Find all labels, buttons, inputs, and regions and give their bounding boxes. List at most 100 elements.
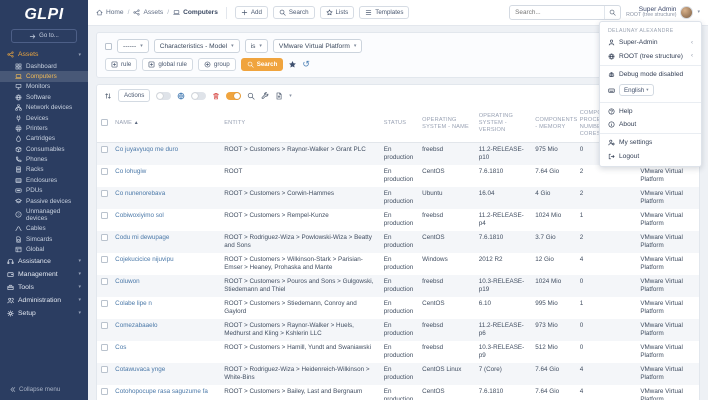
computer-name-link[interactable]: Co juyavyuqo me duro bbox=[115, 146, 178, 153]
sidebar-item-pdus[interactable]: PDUs bbox=[0, 186, 88, 196]
user-menu-item-super-admin[interactable]: Super-Admin ‹ bbox=[600, 36, 701, 49]
sidebar-item-devices[interactable]: Devices bbox=[0, 113, 88, 123]
collapse-menu-button[interactable]: Collapse menu bbox=[0, 381, 88, 400]
breadcrumb-computers[interactable]: Computers bbox=[183, 9, 218, 16]
add-group-button[interactable]: group bbox=[197, 58, 236, 71]
lists-button[interactable]: Lists bbox=[319, 6, 355, 19]
search-filter-toggle[interactable] bbox=[226, 91, 242, 100]
templates-button[interactable]: Templates bbox=[359, 6, 410, 19]
computer-name-link[interactable]: Cojekucicice nijuvipu bbox=[115, 256, 173, 263]
column-header-components-memory[interactable]: COMPONENTS - MEMORY bbox=[531, 106, 577, 143]
sidebar-item-consumables[interactable]: Consumables bbox=[0, 144, 88, 154]
column-header-label: STATUS bbox=[383, 120, 407, 127]
row-checkbox[interactable] bbox=[101, 167, 108, 175]
row-checkbox[interactable] bbox=[101, 255, 108, 263]
goto-button[interactable]: Go to... bbox=[11, 29, 77, 43]
add-rule-button[interactable]: rule bbox=[105, 58, 138, 71]
row-checkbox[interactable] bbox=[101, 211, 108, 219]
sidebar-section-assets[interactable]: Assets ▾ bbox=[0, 48, 88, 61]
computer-name-link[interactable]: Cobiwoxiyimo sol bbox=[115, 212, 164, 219]
row-checkbox[interactable] bbox=[101, 299, 108, 307]
sidebar-item-passive-devices[interactable]: Passive devices bbox=[0, 196, 88, 206]
global-search-input[interactable] bbox=[510, 9, 605, 16]
sidebar-section-assistance[interactable]: Assistance ▾ bbox=[0, 255, 88, 268]
actions-button[interactable]: Actions bbox=[118, 89, 151, 102]
criteria-logic-select[interactable]: ------ bbox=[117, 39, 149, 53]
row-checkbox[interactable] bbox=[101, 277, 108, 285]
sidebar-section-management[interactable]: Management ▾ bbox=[0, 268, 88, 281]
column-header-name[interactable]: NAME ▲ bbox=[111, 106, 221, 143]
row-checkbox[interactable] bbox=[101, 365, 108, 373]
sidebar-item-enclosures[interactable]: Enclosures bbox=[0, 175, 88, 185]
search-button[interactable]: Search bbox=[272, 6, 315, 19]
user-menu-item-root-tree-structure[interactable]: ROOT (tree structure) ‹ bbox=[600, 49, 701, 62]
add-global-rule-button[interactable]: global rule bbox=[142, 58, 193, 71]
sidebar-item-network-devices[interactable]: Network devices bbox=[0, 103, 88, 113]
sidebar-item-computers[interactable]: Computers bbox=[0, 71, 88, 82]
breadcrumb-assets[interactable]: Assets bbox=[143, 9, 163, 16]
user-menu-item-my-settings[interactable]: My settings bbox=[600, 136, 701, 149]
computer-name-link[interactable]: Cotohopocupe rasa saguzume fa bbox=[115, 388, 208, 395]
sidebar-item-software[interactable]: Software bbox=[0, 92, 88, 102]
run-search-button[interactable]: Search bbox=[240, 58, 284, 71]
export-icon[interactable] bbox=[275, 92, 283, 100]
computer-name-link[interactable]: Co nunenorebava bbox=[115, 190, 165, 197]
computer-name-link[interactable]: Coluwon bbox=[115, 278, 140, 285]
column-header-entity[interactable]: ENTITY bbox=[220, 106, 380, 143]
sidebar-section-administration[interactable]: Administration ▾ bbox=[0, 294, 88, 307]
chevrons-left-icon bbox=[9, 386, 16, 393]
row-checkbox[interactable] bbox=[101, 343, 108, 351]
search-label: Search bbox=[256, 61, 278, 68]
user-menu-item-logout[interactable]: Logout bbox=[600, 150, 701, 163]
user-menu-item-english[interactable]: English bbox=[600, 81, 701, 99]
computer-name-link[interactable]: Cos bbox=[115, 344, 126, 351]
add-button[interactable]: Add bbox=[234, 6, 268, 19]
select-all-checkbox[interactable] bbox=[101, 118, 108, 126]
sidebar-item-dashboard[interactable]: Dashboard bbox=[0, 61, 88, 71]
sidebar-item-cartridges[interactable]: Cartridges bbox=[0, 134, 88, 144]
row-checkbox[interactable] bbox=[101, 189, 108, 197]
sidebar-item-printers[interactable]: Printers bbox=[0, 123, 88, 133]
computer-name-link[interactable]: Colabe lipe n bbox=[115, 300, 152, 307]
computer-name-link[interactable]: Cotawuvaca ynge bbox=[115, 366, 165, 373]
user-menu-item-debug-mode-disabled[interactable]: Debug mode disabled bbox=[600, 68, 701, 81]
map-toggle[interactable] bbox=[156, 91, 172, 100]
computer-name-link[interactable]: Codu mi dewupage bbox=[115, 234, 169, 241]
computer-name-link[interactable]: Comezabaaelo bbox=[115, 322, 157, 329]
avatar[interactable] bbox=[680, 5, 694, 19]
deleted-toggle[interactable] bbox=[191, 91, 207, 100]
sidebar-item-unmanaged-devices[interactable]: ? Unmanaged devices bbox=[0, 206, 88, 223]
sidebar-section-tools[interactable]: Tools ▾ bbox=[0, 281, 88, 294]
computer-name-link[interactable]: Co lohugiw bbox=[115, 168, 146, 175]
sidebar-section-setup[interactable]: Setup ▾ bbox=[0, 307, 88, 320]
global-search-submit[interactable] bbox=[604, 6, 620, 19]
bookmark-star-icon[interactable] bbox=[288, 60, 297, 69]
criteria-checkbox[interactable] bbox=[105, 42, 112, 50]
criteria-field-select[interactable]: Characteristics - Model bbox=[153, 39, 240, 53]
reset-search-icon[interactable]: ↺ bbox=[302, 60, 310, 69]
sidebar-item-cables[interactable]: Cables bbox=[0, 224, 88, 234]
row-checkbox[interactable] bbox=[101, 145, 108, 153]
sidebar-item-racks[interactable]: Racks bbox=[0, 165, 88, 175]
column-header-operating-system-version[interactable]: OPERATING SYSTEM - VERSION bbox=[474, 106, 532, 143]
user-menu-trigger[interactable]: Super Admin ROOT (tree structure) ▾ bbox=[626, 6, 700, 20]
criteria-operator-select[interactable]: is bbox=[244, 39, 268, 53]
user-menu-item-about[interactable]: About bbox=[600, 118, 701, 131]
language-select[interactable]: English bbox=[619, 84, 654, 97]
sidebar-item-monitors[interactable]: Monitors bbox=[0, 82, 88, 92]
breadcrumb-home[interactable]: Home bbox=[106, 9, 124, 16]
criteria-value-select[interactable]: VMware Virtual Platform bbox=[272, 39, 363, 53]
column-header-operating-system-name[interactable]: OPERATING SYSTEM - NAME bbox=[418, 106, 475, 143]
model-cell: VMware Virtual Platform bbox=[640, 211, 683, 227]
wrench-icon[interactable] bbox=[261, 91, 269, 100]
user-menu-item-help[interactable]: Help bbox=[600, 105, 701, 118]
row-checkbox[interactable] bbox=[101, 233, 108, 241]
column-header-status[interactable]: STATUS bbox=[379, 106, 419, 143]
sidebar-item-global[interactable]: Global bbox=[0, 244, 88, 254]
row-checkbox[interactable] bbox=[101, 321, 108, 329]
pager-sort-icon[interactable] bbox=[104, 92, 112, 100]
sidebar-item-simcards[interactable]: Simcards bbox=[0, 234, 88, 244]
row-checkbox[interactable] bbox=[101, 387, 108, 395]
sidebar-item-label: Software bbox=[26, 93, 51, 101]
sidebar-item-phones[interactable]: Phones bbox=[0, 154, 88, 164]
